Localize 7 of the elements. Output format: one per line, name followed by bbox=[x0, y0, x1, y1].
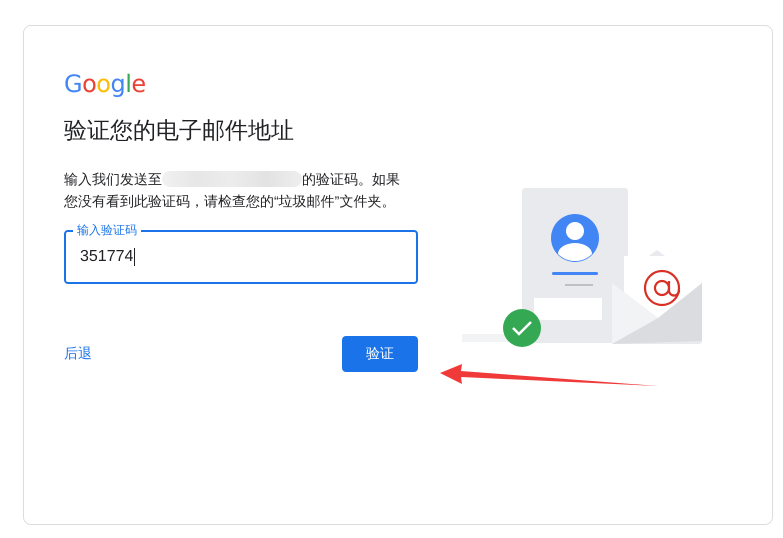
page-title: 验证您的电子邮件地址 bbox=[64, 116, 294, 145]
field-label: 输入验证码 bbox=[73, 223, 141, 237]
code-input-field[interactable]: 输入验证码 351774 bbox=[64, 223, 418, 284]
back-link[interactable]: 后退 bbox=[64, 345, 92, 363]
google-logo: Google bbox=[64, 70, 146, 98]
verify-button[interactable]: 验证 bbox=[342, 336, 418, 372]
instruction-text: 输入我们发送至 的验证码。如果您没有看到此验证码，请检查您的“垃圾邮件”文件夹。 bbox=[64, 170, 401, 211]
